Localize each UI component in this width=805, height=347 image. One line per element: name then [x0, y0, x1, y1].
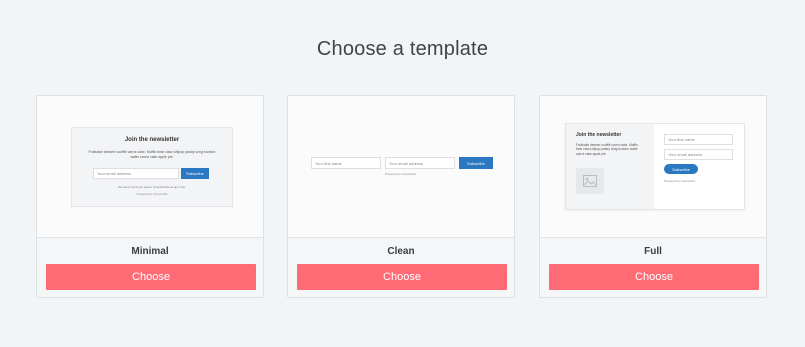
preview-heading: Join the newsletter [124, 137, 180, 143]
template-name: Full [644, 246, 662, 257]
template-card-full[interactable]: Join the newsletter Fruitcake dessert so… [539, 95, 767, 298]
template-card-clean[interactable]: Your first name Your email address Subsc… [287, 95, 515, 298]
template-card-minimal[interactable]: Join the newsletter Fruitcake dessert so… [36, 95, 264, 298]
template-preview-minimal[interactable]: Join the newsletter Fruitcake dessert so… [37, 96, 263, 238]
preview-email-input: Your email address [664, 149, 733, 160]
template-preview-full[interactable]: Join the newsletter Fruitcake dessert so… [540, 96, 766, 238]
newsletter-form-preview: Join the newsletter Fruitcake dessert so… [71, 127, 233, 207]
choose-button-full[interactable]: Choose [549, 264, 759, 290]
preview-email-input: Your email address [93, 168, 179, 179]
preview-description: Fruitcake dessert soufflé carrot cake. M… [576, 143, 638, 156]
template-name: Minimal [131, 246, 169, 257]
choose-button-minimal[interactable]: Choose [46, 264, 256, 290]
preview-first-name-input: Your first name [311, 157, 381, 169]
preview-left-panel: Join the newsletter Fruitcake dessert so… [566, 124, 654, 209]
preview-heading: Join the newsletter [576, 132, 622, 138]
preview-powered-by: Powered by ConvertKit [664, 179, 695, 183]
preview-subscribe-button: Subscribe [459, 157, 493, 169]
preview-email-input: Your email address [385, 157, 455, 169]
preview-powered-by: Powered by ConvertKit [136, 192, 168, 196]
image-placeholder-icon [576, 168, 604, 194]
template-preview-clean[interactable]: Your first name Your email address Subsc… [288, 96, 514, 238]
preview-subscribe-button: Subscribe [664, 164, 698, 174]
preview-first-name-input: Your first name [664, 134, 733, 145]
preview-subscribe-button: Subscribe [181, 168, 209, 179]
template-name: Clean [387, 246, 415, 257]
preview-note: We won't send you spam. Unsubscribe at a… [117, 185, 187, 189]
choose-button-clean[interactable]: Choose [297, 264, 507, 290]
preview-description: Fruitcake dessert soufflé carrot cake. M… [88, 150, 216, 159]
preview-powered-by: Powered by ConvertKit [385, 172, 416, 176]
page-title: Choose a template [316, 38, 489, 60]
newsletter-form-preview: Join the newsletter Fruitcake dessert so… [565, 123, 745, 210]
